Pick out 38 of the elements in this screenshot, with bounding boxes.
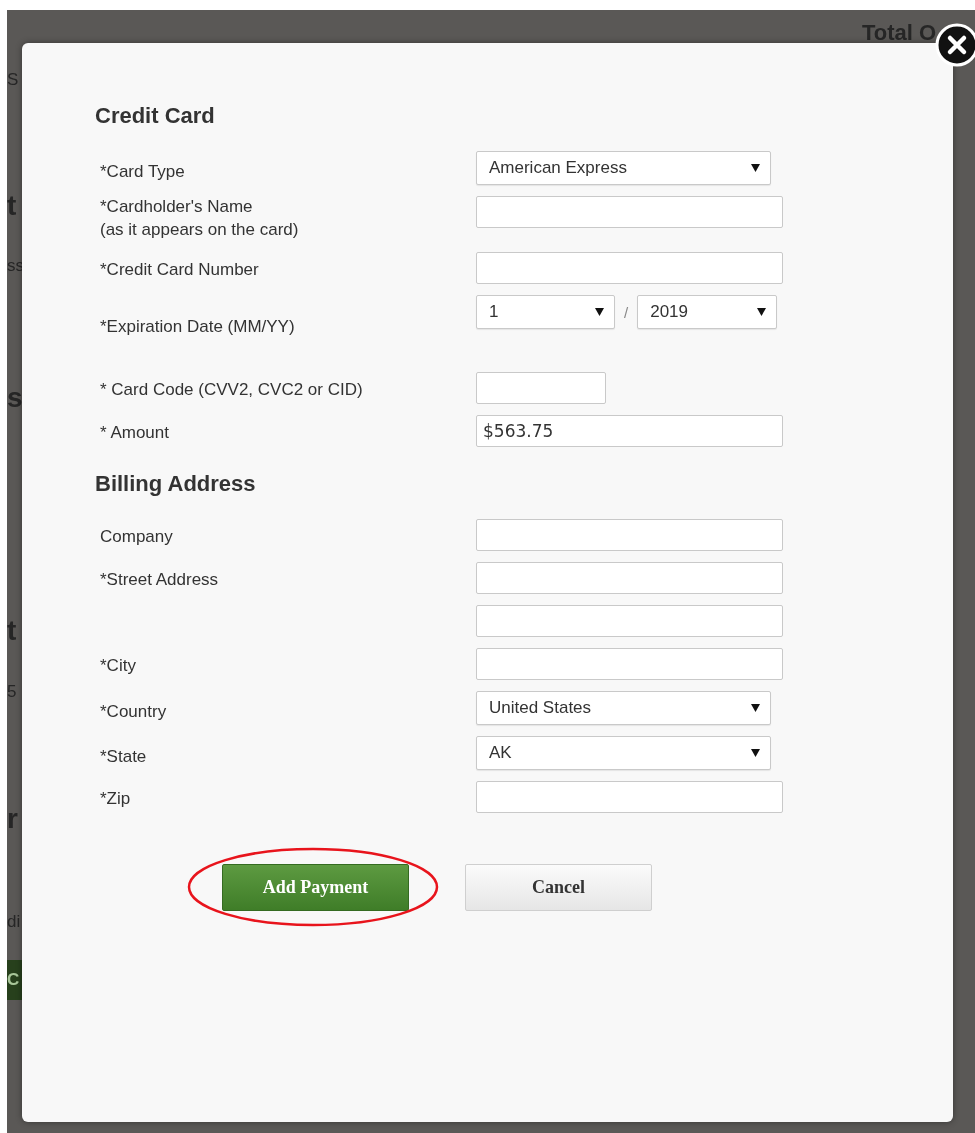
field-label: *Street Address: [100, 569, 220, 591]
input-field[interactable]: [476, 605, 783, 637]
close-icon[interactable]: [935, 23, 975, 67]
field-label: *City: [100, 655, 137, 677]
field-label: *Zip: [100, 788, 132, 810]
input-field[interactable]: [476, 372, 606, 404]
field-label: *Credit Card Number: [100, 259, 260, 281]
dropdown[interactable]: 2019: [637, 295, 778, 329]
caret-icon: [595, 308, 604, 316]
field-label: Company: [100, 526, 174, 548]
field-label: *State: [100, 746, 148, 768]
caret-icon: [751, 704, 760, 712]
field-label: * Card Code (CVV2, CVC2 or CID): [100, 379, 364, 401]
input-field[interactable]: [476, 562, 783, 594]
field-label: *Cardholder's Name: [100, 196, 254, 218]
field-label: *Card Type: [100, 161, 186, 183]
caret-icon: [757, 308, 767, 316]
input-field[interactable]: $563.75: [476, 415, 783, 447]
input-field[interactable]: [476, 648, 783, 680]
cancel-button[interactable]: Cancel: [465, 864, 652, 911]
add-payment-button[interactable]: Add Payment: [222, 864, 409, 911]
caret-icon: [751, 164, 760, 172]
input-field[interactable]: [476, 519, 783, 551]
caret-icon: [751, 749, 760, 757]
date-separator: /: [624, 303, 629, 321]
input-field[interactable]: [476, 196, 783, 228]
field-label: *Expiration Date (MM/YY): [100, 316, 296, 338]
field-hint: (as it appears on the card): [100, 219, 300, 241]
input-field[interactable]: [476, 252, 783, 284]
dropdown[interactable]: American Express: [476, 151, 771, 185]
dropdown[interactable]: United States: [476, 691, 771, 725]
field-label: *Country: [100, 701, 168, 723]
input-field[interactable]: [476, 781, 783, 813]
section-title: Billing Address: [95, 470, 257, 498]
section-title: Credit Card: [95, 102, 216, 130]
field-label: * Amount: [100, 422, 170, 444]
dropdown[interactable]: 1: [476, 295, 615, 329]
dropdown[interactable]: AK: [476, 736, 771, 770]
